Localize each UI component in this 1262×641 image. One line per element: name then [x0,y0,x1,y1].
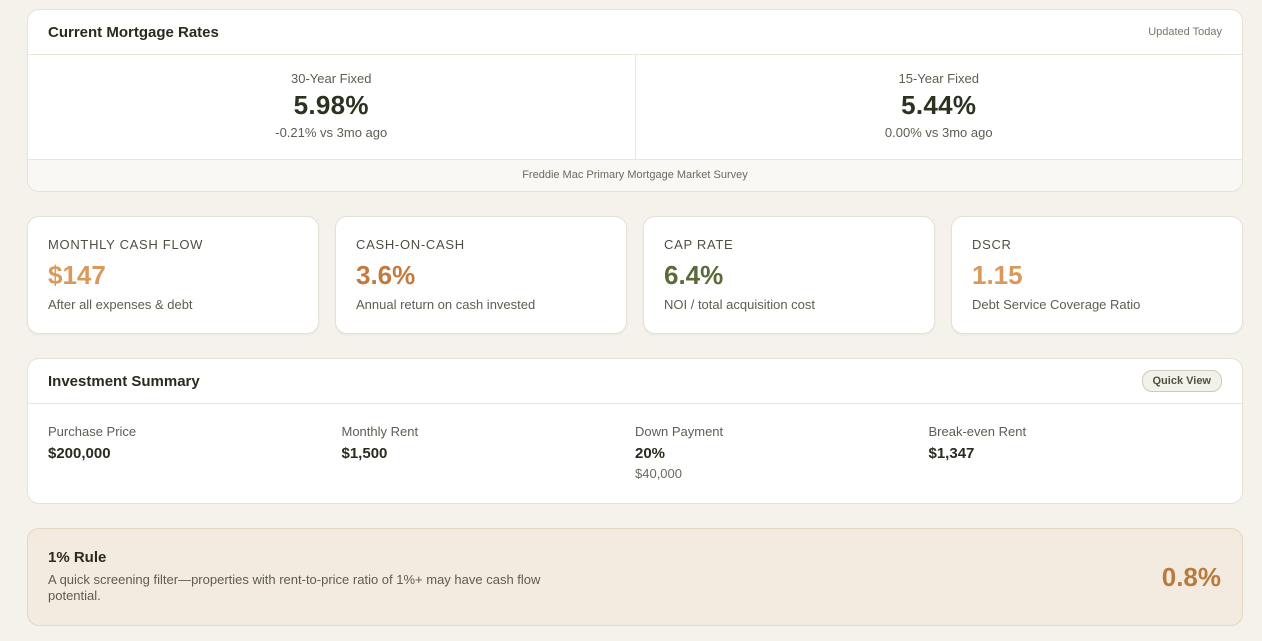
summary-label: Break-even Rent [928,424,1027,439]
investment-summary-card: Investment Summary Quick View Purchase P… [27,358,1243,504]
updated-label: Updated Today [1148,26,1222,38]
metric-label: MONTHLY CASH FLOW [48,237,204,252]
summary-row: Purchase Price $200,000 Monthly Rent $1,… [28,404,1242,481]
rule-title: 1% Rule [48,549,107,566]
rule-description: A quick screening filter—properties with… [48,572,541,603]
metric-description: NOI / total acquisition cost [664,297,816,312]
rule-value: 0.8% [1161,562,1221,592]
rate-30-year: 30-Year Fixed 5.98% -0.21% vs 3mo ago [28,55,635,159]
metric-card-cap-rate: CAP RATE 6.4% NOI / total acquisition co… [643,216,935,334]
summary-item-monthly-rent: Monthly Rent $1,500 [342,424,636,481]
metric-label: CASH-ON-CASH [356,237,465,252]
rate-change: -0.21% vs 3mo ago [275,125,388,140]
summary-value: 20% [635,445,666,462]
summary-item-break-even-rent: Break-even Rent $1,347 [929,424,1223,481]
metric-label: CAP RATE [664,237,734,252]
summary-label: Monthly Rent [341,424,419,439]
summary-value: $1,347 [928,445,975,462]
summary-item-down-payment: Down Payment 20% $40,000 [635,424,929,481]
rate-value: 5.98% [293,90,369,120]
mortgage-rates-card: Current Mortgage Rates Updated Today 30-… [27,9,1243,192]
metric-value: 3.6% [356,260,416,290]
quick-view-button[interactable]: Quick View [1141,370,1222,392]
summary-value: $200,000 [48,445,111,462]
rates-source: Freddie Mac Primary Mortgage Market Surv… [28,160,1242,191]
investment-summary-title: Investment Summary [48,372,200,390]
metric-description: After all expenses & debt [48,297,193,312]
metric-card-dscr: DSCR 1.15 Debt Service Coverage Ratio [951,216,1243,334]
summary-label: Down Payment [635,424,724,439]
summary-label: Purchase Price [48,424,137,439]
summary-item-purchase-price: Purchase Price $200,000 [48,424,342,481]
rates-row: 30-Year Fixed 5.98% -0.21% vs 3mo ago 15… [28,55,1242,160]
metric-value: $147 [48,260,106,290]
rate-name: 30-Year Fixed [291,71,372,86]
metric-card-monthly-cash-flow: MONTHLY CASH FLOW $147 After all expense… [27,216,319,334]
investment-summary-header: Investment Summary Quick View [28,359,1242,404]
mortgage-rates-header: Current Mortgage Rates Updated Today [28,10,1242,55]
rate-15-year: 15-Year Fixed 5.44% 0.00% vs 3mo ago [634,55,1243,159]
rate-change: 0.00% vs 3mo ago [884,125,993,140]
metric-value: 1.15 [972,260,1023,290]
summary-value: $1,500 [341,445,388,462]
metric-value: 6.4% [664,260,724,290]
metric-card-cash-on-cash: CASH-ON-CASH 3.6% Annual return on cash … [335,216,627,334]
mortgage-rates-title: Current Mortgage Rates [48,23,219,41]
summary-subvalue: $40,000 [635,466,682,481]
one-percent-rule-card: 1% Rule A quick screening filter—propert… [27,528,1243,626]
metric-label: DSCR [972,237,1012,252]
rate-name: 15-Year Fixed [898,71,979,86]
rate-value: 5.44% [901,90,977,120]
metric-description: Debt Service Coverage Ratio [972,297,1141,312]
metric-description: Annual return on cash invested [356,297,536,312]
